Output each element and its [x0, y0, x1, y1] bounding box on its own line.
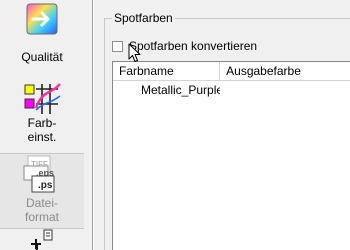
column-header-output-color[interactable]: Ausgabefarbe [220, 62, 350, 80]
table-row[interactable]: Metallic_Purple [113, 81, 350, 99]
column-header-color-name[interactable]: Farbname [113, 62, 221, 80]
sidebar-item-label: einst. [27, 130, 57, 144]
mouse-pointer-icon [128, 43, 141, 62]
print-settings-dialog: Qualität Farb- einst. TIFF .eps .ps Date… [0, 0, 350, 250]
quality-icon [26, 3, 58, 35]
svg-text:.ps: .ps [38, 180, 53, 191]
group-title: Spotfarben [112, 11, 175, 25]
color-settings-icon [24, 83, 61, 114]
file-format-icon: TIFF .eps .ps [23, 155, 55, 193]
checkbox-label: Spotfarben konvertieren [129, 39, 258, 53]
sidebar-item-color-settings[interactable]: Farb- einst. [0, 80, 84, 152]
layout-icon [31, 229, 53, 250]
sidebar-item-label: format [24, 210, 59, 224]
cell-color-name: Metallic_Purple [141, 83, 221, 97]
category-sidebar: Qualität Farb- einst. TIFF .eps .ps Date… [0, 0, 84, 250]
sidebar-item-file-format[interactable]: TIFF .eps .ps Datei- format [0, 153, 84, 229]
sidebar-divider [92, 0, 94, 250]
spot-colors-table[interactable]: Farbname Ausgabefarbe Metallic_Purple [112, 61, 350, 250]
sidebar-item-layout[interactable] [0, 229, 84, 250]
sidebar-item-label: Qualität [21, 50, 63, 64]
sidebar-item-quality[interactable]: Qualität [0, 2, 84, 68]
table-header: Farbname Ausgabefarbe [113, 62, 350, 81]
convert-spot-colors-checkbox[interactable] [112, 40, 123, 52]
sidebar-item-label: Datei- [25, 196, 58, 210]
sidebar-item-label: Farb- [27, 116, 57, 130]
cell-output-color [220, 81, 350, 99]
